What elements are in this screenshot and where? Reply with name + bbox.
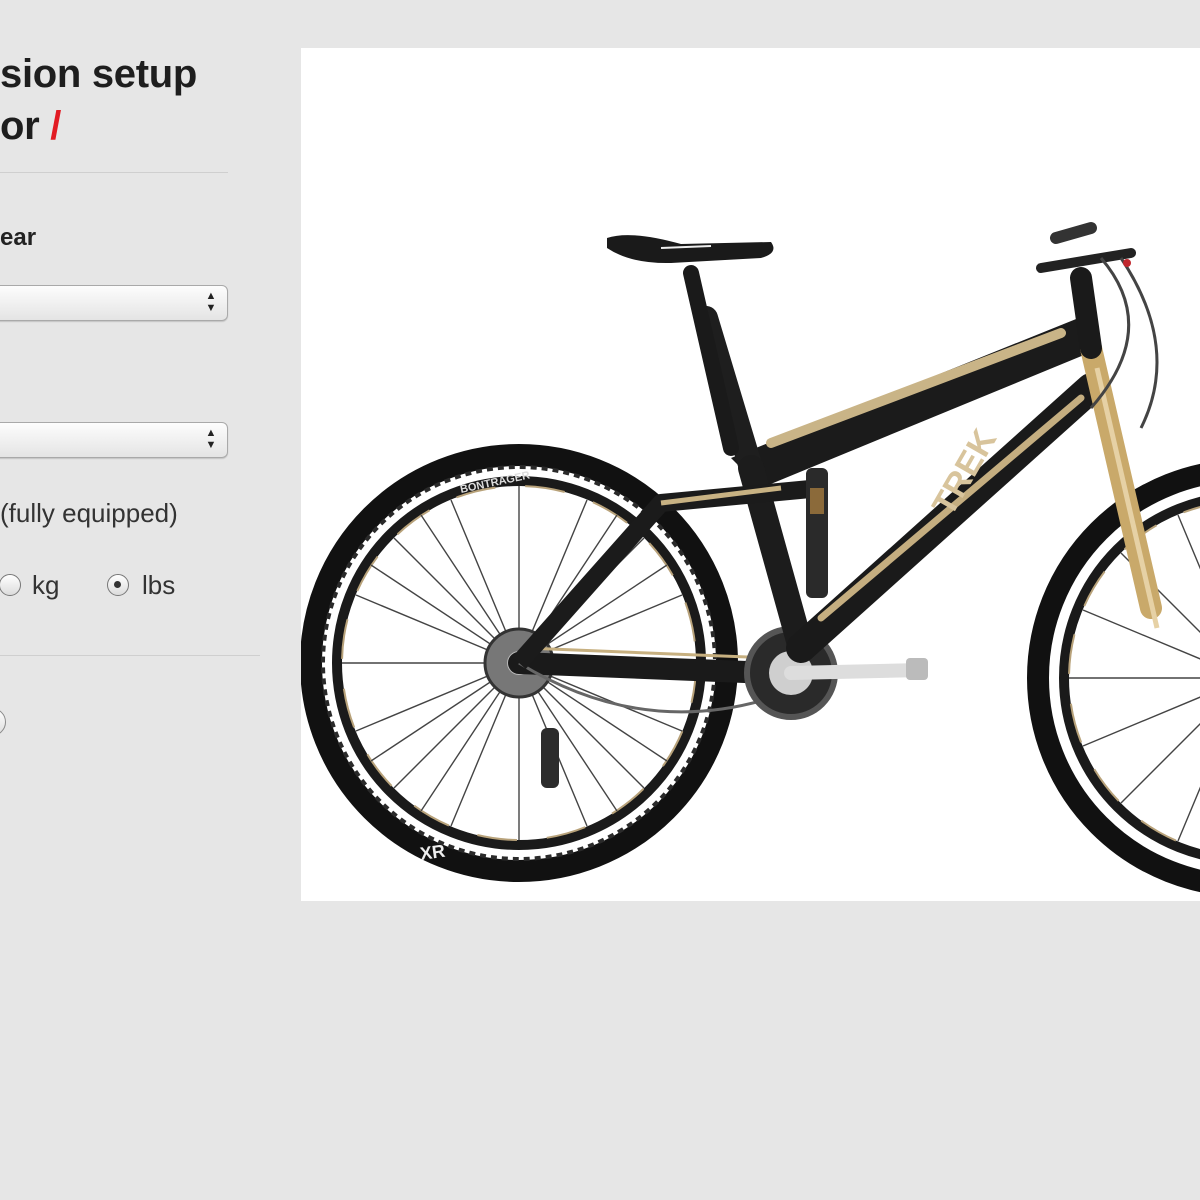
submit-button[interactable] — [0, 708, 6, 736]
page-title-line2-text: or — [0, 104, 40, 148]
field1-select[interactable]: ▲ ▼ — [0, 285, 228, 321]
field1-label: ear — [0, 224, 37, 251]
divider-bottom — [0, 655, 260, 656]
bike-illustration: BONTRAGER XR TREK — [301, 222, 1200, 893]
divider-top — [0, 172, 228, 173]
unit-radio-lbs[interactable] — [107, 574, 129, 596]
select-arrows-icon: ▲ ▼ — [205, 427, 217, 451]
page-title-line1: sion setup — [0, 52, 198, 96]
front-wheel — [1027, 463, 1200, 893]
page-title-line2: or / — [0, 100, 61, 152]
title-slash-accent: / — [50, 104, 62, 148]
weight-label: (fully equipped) — [0, 498, 178, 528]
field2-select[interactable]: ▲ ▼ — [0, 422, 228, 458]
unit-radio-kg[interactable] — [0, 574, 21, 596]
saddle — [607, 235, 774, 456]
select-arrows-icon: ▲ ▼ — [205, 290, 217, 314]
unit-label-lbs: lbs — [142, 570, 176, 600]
bike-photo: BONTRAGER XR TREK — [301, 48, 1200, 901]
rim-text: XR — [419, 841, 447, 864]
unit-label-kg: kg — [32, 570, 60, 600]
